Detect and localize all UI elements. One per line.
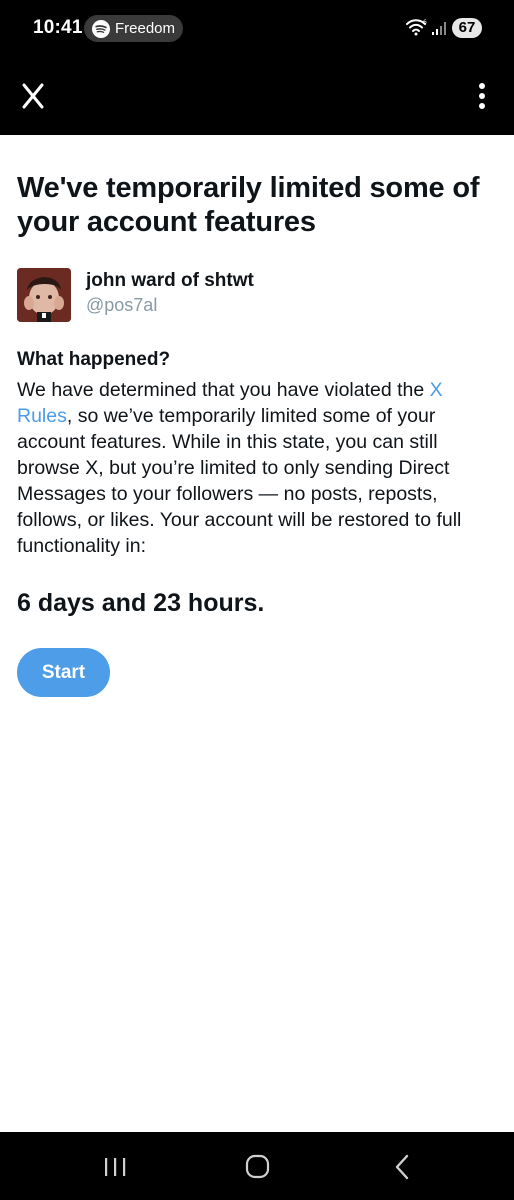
user-handle: @pos7al	[86, 295, 158, 315]
page-title: We've temporarily limited some of your a…	[17, 172, 480, 238]
media-label: Freedom	[115, 20, 176, 37]
user-profile: john ward of shtwt @pos7al	[17, 267, 497, 323]
status-time: 10:41	[33, 17, 83, 38]
spotify-icon	[92, 19, 110, 38]
section-heading: What happened?	[17, 349, 171, 370]
body-text-start: We have determined that you have violate…	[17, 379, 430, 401]
start-button[interactable]: Start	[17, 648, 110, 697]
main-content: We've temporarily limited some of your a…	[17, 135, 497, 697]
more-vertical-icon[interactable]	[476, 82, 488, 110]
wifi-icon: 6	[406, 19, 427, 36]
app-bar	[0, 58, 514, 135]
display-name: john ward of shtwt	[86, 270, 254, 291]
media-pill[interactable]: Freedom	[84, 15, 183, 42]
system-nav-bar	[0, 1132, 514, 1200]
back-icon[interactable]	[393, 1154, 411, 1180]
body-text-end: , so we’ve temporarily limited some of y…	[17, 405, 462, 557]
status-bar: 10:41 Freedom 6 67	[0, 0, 514, 58]
explanation-text: We have determined that you have violate…	[17, 377, 497, 559]
signal-icon	[432, 22, 446, 35]
x-logo-icon[interactable]	[22, 83, 44, 109]
avatar	[17, 268, 71, 322]
screen: 10:41 Freedom 6 67 We've temporarily lim…	[0, 0, 514, 1200]
battery-icon: 67	[452, 18, 482, 38]
avatar-image	[17, 268, 71, 322]
restriction-countdown: 6 days and 23 hours.	[17, 589, 265, 617]
svg-text:6: 6	[423, 19, 427, 26]
recents-icon[interactable]	[102, 1156, 128, 1178]
home-icon[interactable]	[245, 1154, 270, 1179]
